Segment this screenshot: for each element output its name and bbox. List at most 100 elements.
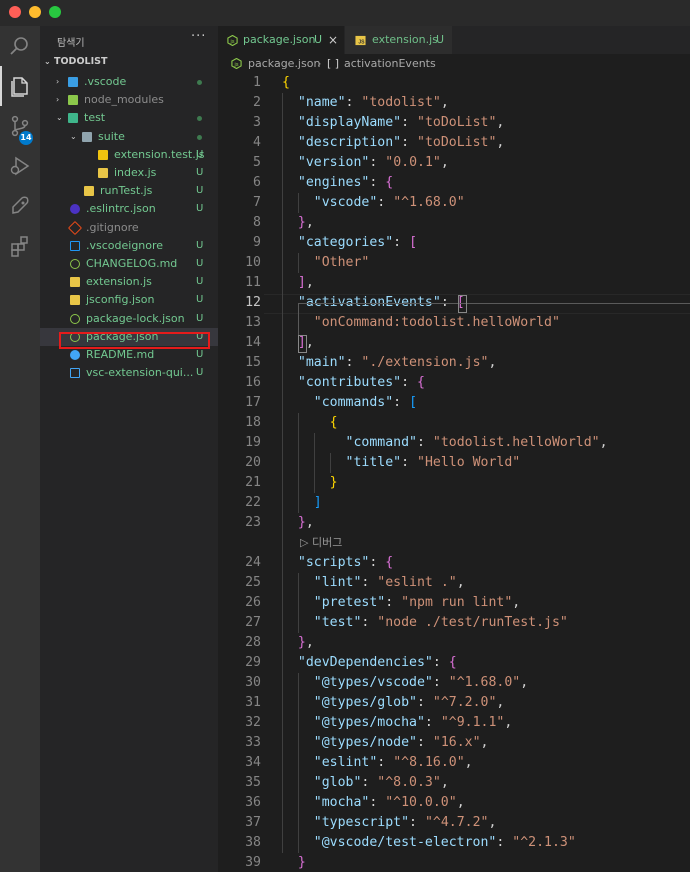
tab-extension-js[interactable]: JS extension.js U xyxy=(345,26,452,54)
line-number: 18 xyxy=(245,415,261,430)
code-token: "pretest" xyxy=(313,595,386,610)
source-control-activity-button[interactable]: 14 xyxy=(0,106,40,146)
tree-item[interactable]: › node_modules xyxy=(40,91,218,109)
code-token: "^4.7.2" xyxy=(424,815,489,830)
code-line: 29 "devDependencies": { xyxy=(218,653,690,673)
code-token: "^10.0.0" xyxy=(385,795,457,810)
line-number: 1 xyxy=(253,75,261,90)
code-editor[interactable]: 1{2 "name": "todolist", 3 "displayName": … xyxy=(218,74,690,872)
git-status: U xyxy=(196,203,204,215)
tree-item[interactable]: vsc-extension-qui... U xyxy=(40,364,218,382)
breadcrumb-symbol[interactable]: activationEvents xyxy=(344,54,436,74)
extensions-icon xyxy=(11,236,28,257)
line-content: "vscode": "^1.68.0" xyxy=(282,193,465,213)
code-token: ] xyxy=(297,275,306,290)
code-line: 20 "title": "Hello World" xyxy=(218,453,690,473)
git-status: U xyxy=(196,148,204,160)
line-number: 14 xyxy=(245,335,261,350)
code-token: : xyxy=(345,355,362,370)
line-content: "mocha": "^10.0.0", xyxy=(282,793,465,813)
code-token: "^8.16.0" xyxy=(393,755,465,770)
code-token: , xyxy=(464,755,473,770)
code-token: "@types/glob" xyxy=(313,695,417,710)
line-content: "description": "toDoList", xyxy=(282,133,504,153)
code-token: , xyxy=(496,695,505,710)
tree-item[interactable]: extension.js U xyxy=(40,273,218,291)
line-number: 25 xyxy=(245,575,261,590)
workspace-section-header[interactable]: ⌄ TODOLIST xyxy=(44,56,107,67)
line-content: "@types/glob": "^7.2.0", xyxy=(282,693,505,713)
tab-status: U xyxy=(314,33,323,46)
line-number: 10 xyxy=(245,255,261,270)
code-line: 24 "scripts": { xyxy=(218,553,690,573)
svg-text:JS: JS xyxy=(358,40,365,46)
code-token: : xyxy=(369,175,386,190)
tree-item-label: .gitignore xyxy=(86,220,139,234)
tree-item[interactable]: .eslintrc.json U xyxy=(40,200,218,218)
tree-item[interactable]: extension.test.js U xyxy=(40,146,218,164)
code-line: 39 } xyxy=(218,853,690,872)
more-actions-button[interactable]: ··· xyxy=(191,29,206,44)
minimize-window-button[interactable] xyxy=(29,6,41,18)
bracket-match-close xyxy=(298,335,307,353)
chevron-down-icon: ⌄ xyxy=(70,131,77,141)
debug-codelens-link[interactable]: ▷ 디버그 xyxy=(300,533,342,553)
tree-item[interactable]: .gitignore xyxy=(40,219,218,237)
maximize-window-button[interactable] xyxy=(49,6,61,18)
explorer-activity-button[interactable] xyxy=(0,66,40,106)
tree-item[interactable]: package-lock.json U xyxy=(40,310,218,328)
search-activity-button[interactable] xyxy=(0,26,40,66)
git-status: U xyxy=(196,294,204,306)
tree-item[interactable]: ⌄ suite xyxy=(40,128,218,146)
code-token: , xyxy=(305,635,314,650)
line-content: "@types/vscode": "^1.68.0", xyxy=(282,673,528,693)
code-line: 23 }, xyxy=(218,513,690,533)
code-line: 25 "lint": "eslint .", xyxy=(218,573,690,593)
code-token: , xyxy=(305,215,314,230)
code-token: "Other" xyxy=(313,255,370,270)
tree-item[interactable]: CHANGELOG.md U xyxy=(40,255,218,273)
tree-item[interactable]: .vscodeignore U xyxy=(40,237,218,255)
line-content: "scripts": { xyxy=(282,553,393,573)
close-tab-button[interactable]: × xyxy=(328,26,338,54)
code-token: "onCommand:todolist.helloWorld" xyxy=(313,315,560,330)
code-line: 13 "onCommand:todolist.helloWorld" xyxy=(218,313,690,333)
code-token: "^2.1.3" xyxy=(512,835,576,850)
line-content: { xyxy=(282,74,290,93)
tree-item[interactable]: ⌄ test xyxy=(40,109,218,127)
tab-status: U xyxy=(436,33,445,46)
line-number: 7 xyxy=(253,195,261,210)
tree-item[interactable]: › .vscode xyxy=(40,73,218,91)
run-debug-activity-button[interactable] xyxy=(0,146,40,186)
tree-item[interactable]: jsconfig.json U xyxy=(40,291,218,309)
code-token: , xyxy=(480,735,489,750)
breadcrumb: js package.json › [ ] activationEvents xyxy=(218,54,690,74)
code-token: "node ./test/runTest.js" xyxy=(377,615,568,630)
chevron-down-icon: ⌄ xyxy=(44,57,51,66)
remote-explorer-activity-button[interactable] xyxy=(0,186,40,226)
close-window-button[interactable] xyxy=(9,6,21,18)
extensions-activity-button[interactable] xyxy=(0,226,40,266)
tree-item[interactable]: runTest.js U xyxy=(40,182,218,200)
line-number: 33 xyxy=(245,735,261,750)
line-content: "categories": [ xyxy=(282,233,417,253)
code-token: { xyxy=(282,75,290,90)
code-token: "todolist.helloWorld" xyxy=(432,435,600,450)
code-line: 9 "categories": [ xyxy=(218,233,690,253)
breadcrumb-file[interactable]: package.json xyxy=(248,54,320,74)
code-token: [ xyxy=(409,395,418,410)
line-number: 21 xyxy=(245,475,261,490)
code-token: : xyxy=(393,235,410,250)
code-token: : xyxy=(361,615,378,630)
tab-package-json[interactable]: js package.json U × xyxy=(218,26,344,54)
line-content: ] xyxy=(282,493,322,513)
code-line: 34 "eslint": "^8.16.0", xyxy=(218,753,690,773)
tree-item[interactable]: index.js U xyxy=(40,164,218,182)
